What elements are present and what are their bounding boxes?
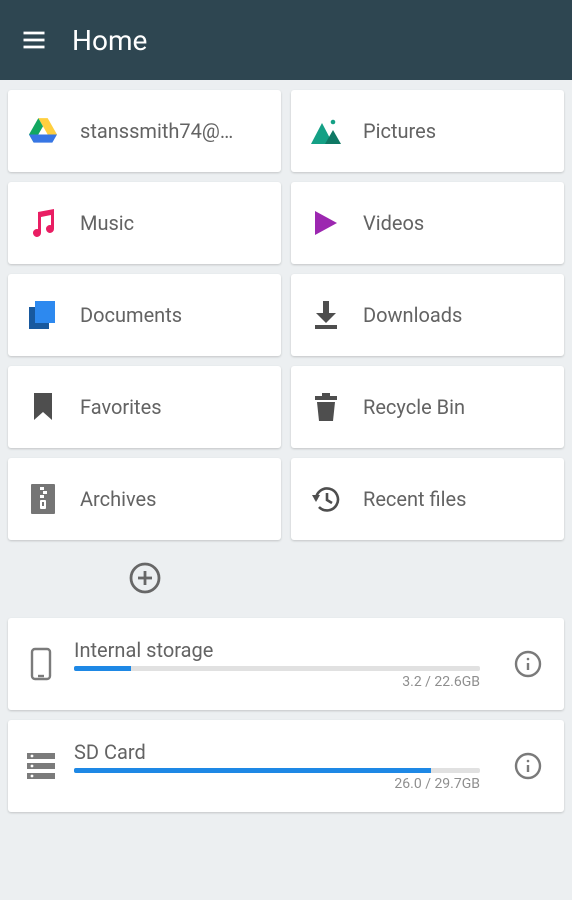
card-label: Pictures xyxy=(363,119,436,143)
card-label: Music xyxy=(80,211,134,235)
storage-bar xyxy=(74,666,480,671)
card-pictures[interactable]: Pictures xyxy=(291,90,564,172)
card-recent[interactable]: Recent files xyxy=(291,458,564,540)
card-label: Archives xyxy=(80,487,156,511)
card-recycle[interactable]: Recycle Bin xyxy=(291,366,564,448)
page-title: Home xyxy=(72,24,147,57)
storage-sdcard[interactable]: SD Card 26.0 / 29.7GB xyxy=(8,720,564,812)
add-button[interactable] xyxy=(128,561,162,595)
storage-bar xyxy=(74,768,480,773)
recent-icon xyxy=(311,484,341,514)
downloads-icon xyxy=(311,300,341,330)
menu-icon[interactable] xyxy=(20,26,48,54)
card-label: Favorites xyxy=(80,395,162,419)
documents-icon xyxy=(28,300,58,330)
storage-name: SD Card xyxy=(74,740,480,764)
card-label: Recycle Bin xyxy=(363,395,465,419)
info-button[interactable] xyxy=(506,744,550,788)
storage-fill-sdcard xyxy=(74,768,431,773)
storage-fill-internal xyxy=(74,666,131,671)
card-videos[interactable]: Videos xyxy=(291,182,564,264)
server-icon xyxy=(26,753,56,779)
storage-usage: 3.2 / 22.6GB xyxy=(74,674,480,690)
storage-usage: 26.0 / 29.7GB xyxy=(74,776,480,792)
pictures-icon xyxy=(311,116,341,146)
card-music[interactable]: Music xyxy=(8,182,281,264)
card-label: Videos xyxy=(363,211,424,235)
card-documents[interactable]: Documents xyxy=(8,274,281,356)
storage-name: Internal storage xyxy=(74,638,480,662)
favorites-icon xyxy=(28,392,58,422)
phone-icon xyxy=(26,647,56,681)
card-label: stanssmith74@… xyxy=(80,119,233,143)
storage-internal[interactable]: Internal storage 3.2 / 22.6GB xyxy=(8,618,564,710)
archives-icon xyxy=(28,484,58,514)
card-favorites[interactable]: Favorites xyxy=(8,366,281,448)
trash-icon xyxy=(311,392,341,422)
videos-icon xyxy=(311,208,341,238)
card-label: Documents xyxy=(80,303,182,327)
card-label: Downloads xyxy=(363,303,462,327)
card-archives[interactable]: Archives xyxy=(8,458,281,540)
card-label: Recent files xyxy=(363,487,466,511)
google-drive-icon xyxy=(28,116,58,146)
info-button[interactable] xyxy=(506,642,550,686)
card-drive[interactable]: stanssmith74@… xyxy=(8,90,281,172)
card-downloads[interactable]: Downloads xyxy=(291,274,564,356)
music-icon xyxy=(28,208,58,238)
